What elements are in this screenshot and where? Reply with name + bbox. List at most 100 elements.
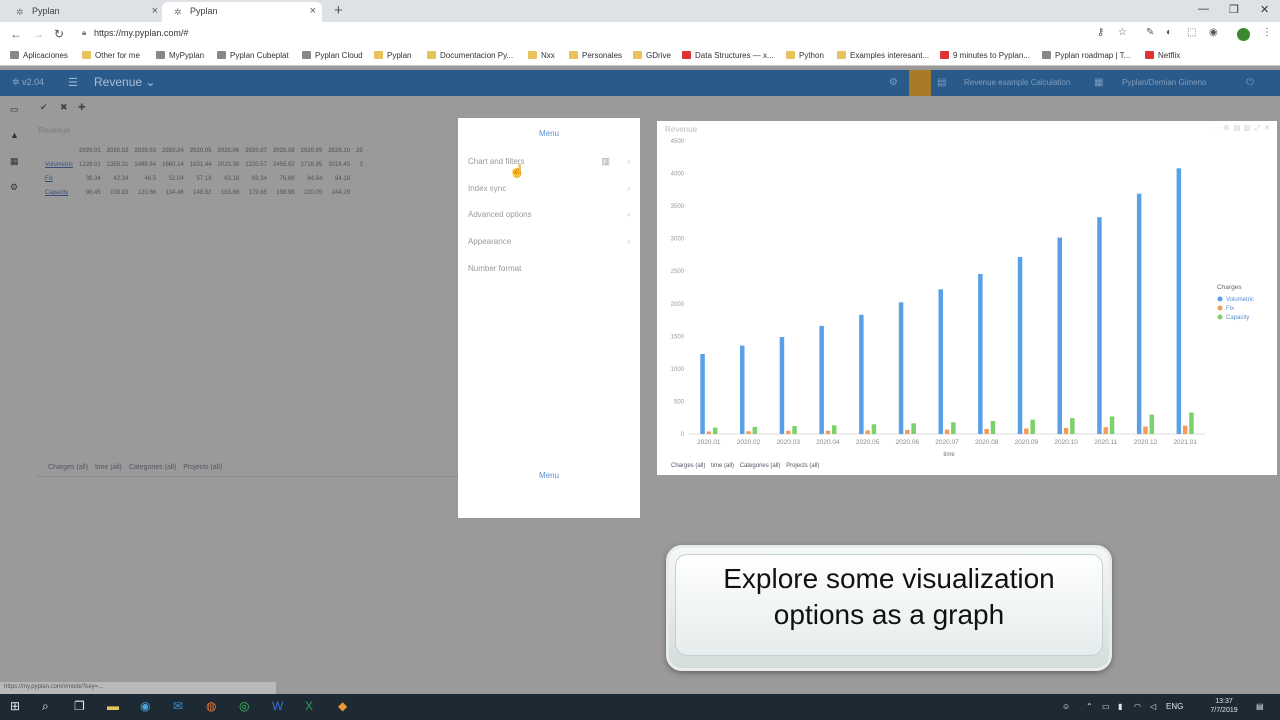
bookmark-item[interactable]: Data Structures — x... <box>682 51 774 60</box>
search-icon[interactable]: ⌕ <box>42 699 49 714</box>
task-view-icon[interactable]: ❐ <box>74 699 85 713</box>
profile-avatar[interactable] <box>1237 28 1250 41</box>
browser-tab[interactable]: ✲ Pyplan × <box>4 2 164 22</box>
active-tool-indicator[interactable] <box>909 70 931 96</box>
browser-tab-active[interactable]: ✲ Pyplan × <box>162 2 322 22</box>
pyplan-icon <box>156 51 165 59</box>
check-icon[interactable]: ✔ <box>40 102 48 113</box>
user-name[interactable]: Pyplan/Demian Gimeno <box>1122 78 1206 87</box>
extension-icon[interactable]: ◉ <box>1209 27 1218 38</box>
reload-icon[interactable]: ↻ <box>54 27 64 41</box>
menu-item-index-sync[interactable]: Index sync › <box>468 184 632 193</box>
filter-categories[interactable]: Categories (all) <box>740 463 781 469</box>
extension-icon[interactable]: ✎ <box>1146 27 1154 38</box>
filter-projects[interactable]: Projects (all) <box>786 463 819 469</box>
minimize-icon[interactable]: — <box>1198 3 1209 15</box>
gear-icon[interactable]: ⚙ <box>889 77 898 88</box>
bookmark-item[interactable]: GDrive <box>633 51 671 60</box>
caption-text: Explore some visualization options as a … <box>676 561 1102 633</box>
new-tab-button[interactable]: + <box>334 2 343 19</box>
bookmark-item[interactable]: Personales <box>569 51 622 60</box>
menu-item-number-format[interactable]: Number format <box>468 264 632 273</box>
star-icon[interactable]: ☆ <box>1118 27 1127 38</box>
notifications-icon[interactable]: ▤ <box>1256 702 1264 711</box>
filter-charges[interactable]: Charges (all) <box>671 463 705 469</box>
row-label[interactable]: Volumetric <box>42 158 76 172</box>
user-icon[interactable]: ▲ <box>10 130 19 140</box>
row-label[interactable]: Capacity <box>42 186 76 200</box>
bookmark-item[interactable]: Nxx <box>528 51 555 60</box>
kebab-menu-icon[interactable]: ⋮ <box>1262 27 1272 38</box>
menu-item-appearance[interactable]: Appearance › <box>468 237 632 246</box>
bookmark-item[interactable]: Examples interesant... <box>837 51 929 60</box>
power-icon[interactable]: ⏻ <box>1246 77 1254 88</box>
menu-item-advanced-options[interactable]: Advanced options › <box>468 210 632 219</box>
model-name[interactable]: Revenue example Calculation <box>964 78 1070 87</box>
wifi-icon[interactable]: ◠ <box>1134 702 1141 711</box>
restore-icon[interactable]: ❐ <box>1229 3 1239 16</box>
back-icon[interactable]: ← <box>10 27 22 41</box>
spotify-icon[interactable]: ◎ <box>239 699 249 713</box>
filter-charges[interactable]: Charges (all) <box>48 464 88 471</box>
url-input[interactable]: 🔒︎ https://my.pyplan.com/# <box>80 25 1080 43</box>
system-clock[interactable]: 13:37 7/7/2019 <box>1204 697 1244 715</box>
menu-item-chart-and-filters[interactable]: Chart and filters ▥ › <box>468 156 632 166</box>
row-label[interactable]: Fix <box>42 172 76 186</box>
forward-icon[interactable]: → <box>32 27 44 41</box>
bookmark-item[interactable]: Pyplan Cubeplat <box>217 51 289 60</box>
menu-header[interactable]: Menu <box>458 129 640 138</box>
close-tab-icon[interactable]: × <box>152 5 158 17</box>
calculator-icon[interactable]: ▤ <box>937 77 946 88</box>
bar-fix <box>984 429 989 434</box>
table-cell: 163.88 <box>220 190 240 196</box>
bookmark-item[interactable]: Pyplan <box>374 51 411 60</box>
folder-icon[interactable]: ▭ <box>10 104 19 115</box>
people-icon[interactable]: ☺ <box>1062 702 1070 711</box>
filter-time[interactable]: time (all) <box>95 464 122 471</box>
chrome-icon[interactable]: ◉ <box>140 699 150 713</box>
excel-icon[interactable]: X <box>305 699 313 713</box>
close-tab-icon[interactable]: × <box>310 5 316 17</box>
bar-fix <box>1143 426 1148 434</box>
bookmark-item[interactable]: Aplicaciones <box>10 51 68 60</box>
grid-icon[interactable]: ▦ <box>10 156 19 167</box>
filter-categories[interactable]: Categories (all) <box>129 464 176 471</box>
bookmark-item[interactable]: Other for me <box>82 51 140 60</box>
close-icon[interactable]: ✖ <box>60 102 68 113</box>
extension-icon[interactable]: ◐ <box>1166 27 1172 38</box>
settings-icon[interactable]: ⚙ <box>10 182 18 193</box>
bookmark-item[interactable]: Netflix <box>1145 51 1180 60</box>
filter-time[interactable]: time (all) <box>711 463 734 469</box>
document-icon[interactable]: ▦ <box>1094 77 1103 88</box>
add-icon[interactable]: ✚ <box>78 102 86 113</box>
app-icon[interactable]: ◆ <box>338 699 347 713</box>
bookmark-item[interactable]: Python <box>786 51 824 60</box>
word-icon[interactable]: W <box>272 699 283 713</box>
app-title[interactable]: Revenue ⌄ <box>94 75 155 89</box>
column-header: 2020.01 <box>79 148 101 154</box>
hamburger-menu-icon[interactable]: ☰ <box>68 76 78 89</box>
bookmark-item[interactable]: Documentacion Py... <box>427 51 513 60</box>
menu-footer[interactable]: Menu <box>458 471 640 480</box>
battery-icon[interactable]: ▮ <box>1118 702 1122 711</box>
language-indicator[interactable]: ENG <box>1166 702 1183 711</box>
bookmark-item[interactable]: 9 minutes to Pyplan... <box>940 51 1030 60</box>
outlook-icon[interactable]: ✉ <box>173 699 183 713</box>
extension-icon[interactable]: ⬚ <box>1187 27 1196 38</box>
table-cell <box>353 186 366 200</box>
chevron-up-icon[interactable]: ⌃ <box>1086 702 1093 711</box>
close-window-icon[interactable]: ✕ <box>1260 3 1269 16</box>
bookmark-item[interactable]: MyPyplan <box>156 51 204 60</box>
file-explorer-icon[interactable]: ▬ <box>107 699 119 713</box>
filter-projects[interactable]: Projects (all) <box>183 464 222 471</box>
bookmark-item[interactable]: Pyplan roadmap | T... <box>1042 51 1130 60</box>
key-icon[interactable]: ⚷ <box>1097 27 1104 38</box>
firefox-icon[interactable]: ◍ <box>206 699 216 713</box>
column-header: 2020.05 <box>189 148 212 154</box>
network-icon[interactable]: ▭ <box>1102 702 1110 711</box>
volume-icon[interactable]: ◁ <box>1150 702 1156 711</box>
windows-start-icon[interactable]: ⊞ <box>10 699 20 713</box>
bookmark-item[interactable]: Pyplan Cloud <box>302 51 363 60</box>
y-tick-label: 4000 <box>671 172 685 178</box>
bar-volumetric <box>779 337 785 434</box>
